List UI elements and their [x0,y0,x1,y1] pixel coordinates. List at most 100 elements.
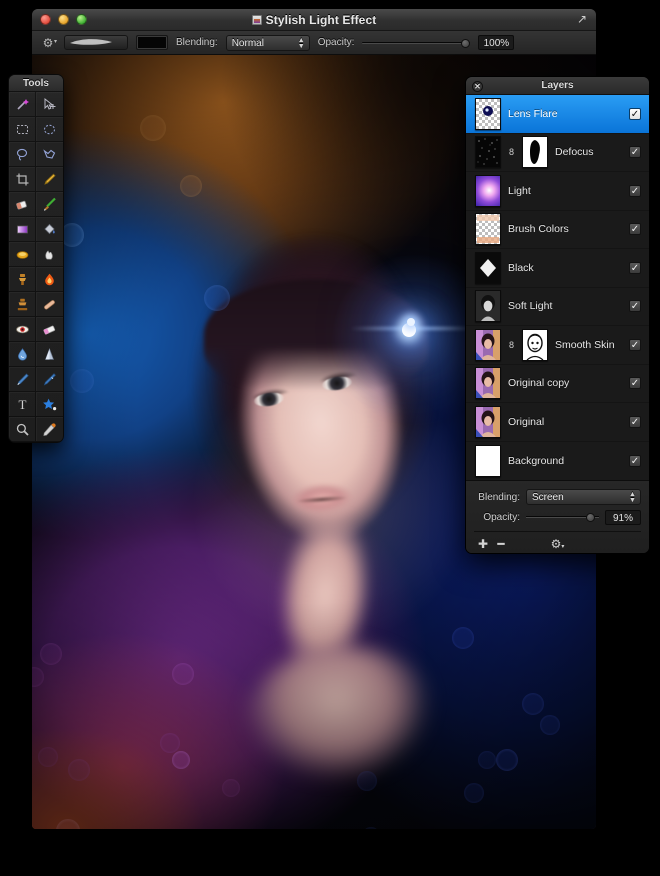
brush-preview[interactable] [64,35,128,50]
layer-blending-row: Blending: Screen ▲ ▼ [474,487,641,507]
red-eye-tool[interactable] [9,317,36,342]
paintbrush-tool[interactable] [36,192,63,217]
layer-thumbnail[interactable] [475,174,501,207]
layer-thumbnail[interactable] [475,213,501,246]
pencil-tool[interactable] [36,167,63,192]
layer-thumbnail[interactable] [475,328,501,361]
layer-row-background[interactable]: Background ✓ [466,442,649,481]
layer-thumbnail[interactable] [475,251,501,284]
paint-bucket-tool[interactable] [36,217,63,242]
thumbnail-color-portrait-icon [476,329,500,360]
stamp-tool[interactable] [9,292,36,317]
zoom-tool[interactable] [9,417,36,442]
gear-icon[interactable]: ⚙ ▾ [40,35,57,51]
opacity-slider-knob[interactable] [461,38,471,48]
layer-opacity-slider-knob[interactable] [585,513,595,522]
layer-name: Smooth Skin [555,338,615,351]
layer-thumbnail[interactable] [475,136,501,169]
lasso-tool[interactable] [9,142,36,167]
polygonal-lasso-tool[interactable] [36,142,63,167]
close-icon[interactable]: ✕ [472,81,483,92]
layer-visibility-checkbox[interactable]: ✓ [629,377,641,390]
blending-select[interactable]: Normal ▲ ▼ [225,34,310,51]
chevron-updown-icon[interactable]: ▲ ▼ [628,491,637,505]
eraser-tool[interactable] [9,192,36,217]
brush-stroke-icon [70,39,112,45]
layer-mask-link-icon[interactable]: 8 [508,147,515,157]
gradient-tool[interactable] [9,217,36,242]
layer-opacity-value-field[interactable]: 91% [605,509,641,525]
eyedropper-tool[interactable] [36,417,63,442]
layer-row-defocus[interactable]: 8 Defocus ✓ [466,134,649,172]
shape-tool[interactable] [36,392,63,417]
traffic-light-buttons[interactable] [32,14,87,25]
layer-blending-select[interactable]: Screen ▲ ▼ [526,489,641,505]
burn-tool[interactable] [36,267,63,292]
rectangular-marquee-tool[interactable] [9,117,36,142]
sharpen-tool[interactable] [36,342,63,367]
magic-wand-tool[interactable] [9,92,36,117]
chevron-updown-icon[interactable]: ▲ ▼ [297,37,306,51]
screen: Stylish Light Effect ↗ ⚙ ▾ Blending: Norm… [0,0,660,876]
add-layer-button[interactable]: ✚ [474,537,492,551]
layer-thumbnail[interactable] [475,444,501,477]
layer-row-original[interactable]: Original ✓ [466,403,649,442]
layer-row-lens-flare[interactable]: Lens Flare ✓ [466,95,649,134]
freeform-pen-tool[interactable] [36,367,63,392]
layer-list: Lens Flare ✓ 8 Defocus ✓ Light ✓ Brush C… [466,95,649,480]
layer-visibility-checkbox[interactable]: ✓ [629,338,641,351]
document-icon [251,14,262,25]
layer-thumbnail[interactable] [475,367,501,400]
layer-name: Brush Colors [508,223,569,236]
layer-thumbnail[interactable] [475,97,501,130]
crop-tool[interactable] [9,167,36,192]
layer-visibility-checkbox[interactable]: ✓ [629,223,641,236]
layers-panel-title: ✕ Layers [466,77,649,95]
blur-tool[interactable] [9,342,36,367]
window-titlebar[interactable]: Stylish Light Effect ↗ [32,9,596,31]
layer-visibility-checkbox[interactable]: ✓ [629,107,641,120]
layer-row-soft-light[interactable]: Soft Light ✓ [466,288,649,326]
layer-visibility-checkbox[interactable]: ✓ [629,454,641,467]
layer-row-black[interactable]: Black ✓ [466,249,649,288]
layer-mask-thumbnail[interactable] [522,328,548,361]
smudge-tool[interactable] [36,242,63,267]
layer-visibility-checkbox[interactable]: ✓ [629,261,641,274]
layer-thumbnail[interactable] [475,290,501,323]
layer-visibility-checkbox[interactable]: ✓ [629,300,641,313]
color-swatch[interactable] [136,35,168,50]
layer-opacity-slider[interactable] [526,513,599,522]
bandage-tool[interactable] [36,292,63,317]
layer-thumbnail[interactable] [475,405,501,438]
layer-opacity-row: Opacity: 91% [474,507,641,527]
layer-row-smooth-skin[interactable]: 8 Smooth Skin ✓ [466,326,649,365]
layer-actions-gear-icon[interactable]: ⚙▾ [551,537,565,551]
zoom-button[interactable] [76,14,87,25]
blending-label: Blending: [176,37,218,48]
layer-row-brush-colors[interactable]: Brush Colors ✓ [466,211,649,249]
layer-mask-thumbnail[interactable] [522,136,548,169]
layer-blending-value: Screen [532,492,564,503]
layer-visibility-checkbox[interactable]: ✓ [629,146,641,159]
opacity-value-field[interactable]: 100% [478,35,515,50]
close-button[interactable] [40,14,51,25]
remove-layer-button[interactable]: ━ [492,537,510,551]
layer-visibility-checkbox[interactable]: ✓ [629,184,641,197]
pen-tool[interactable] [9,367,36,392]
type-tool[interactable]: T [9,392,36,417]
layer-mask-link-icon[interactable]: 8 [508,340,515,350]
expand-icon[interactable]: ↗ [577,13,590,26]
layer-visibility-checkbox[interactable]: ✓ [629,415,641,428]
layer-row-original-copy[interactable]: Original copy ✓ [466,365,649,403]
elliptical-marquee-tool[interactable] [36,117,63,142]
clone-stamp-tool[interactable] [9,267,36,292]
eraser-block-tool[interactable] [36,317,63,342]
layer-row-light[interactable]: Light ✓ [466,172,649,211]
page-title: Stylish Light Effect [32,13,596,27]
minimize-button[interactable] [58,14,69,25]
dodge-tool[interactable] [9,242,36,267]
opacity-label: Opacity: [317,37,355,48]
move-tool[interactable] [36,92,63,117]
svg-text:T: T [18,397,26,412]
opacity-slider[interactable] [362,38,471,48]
